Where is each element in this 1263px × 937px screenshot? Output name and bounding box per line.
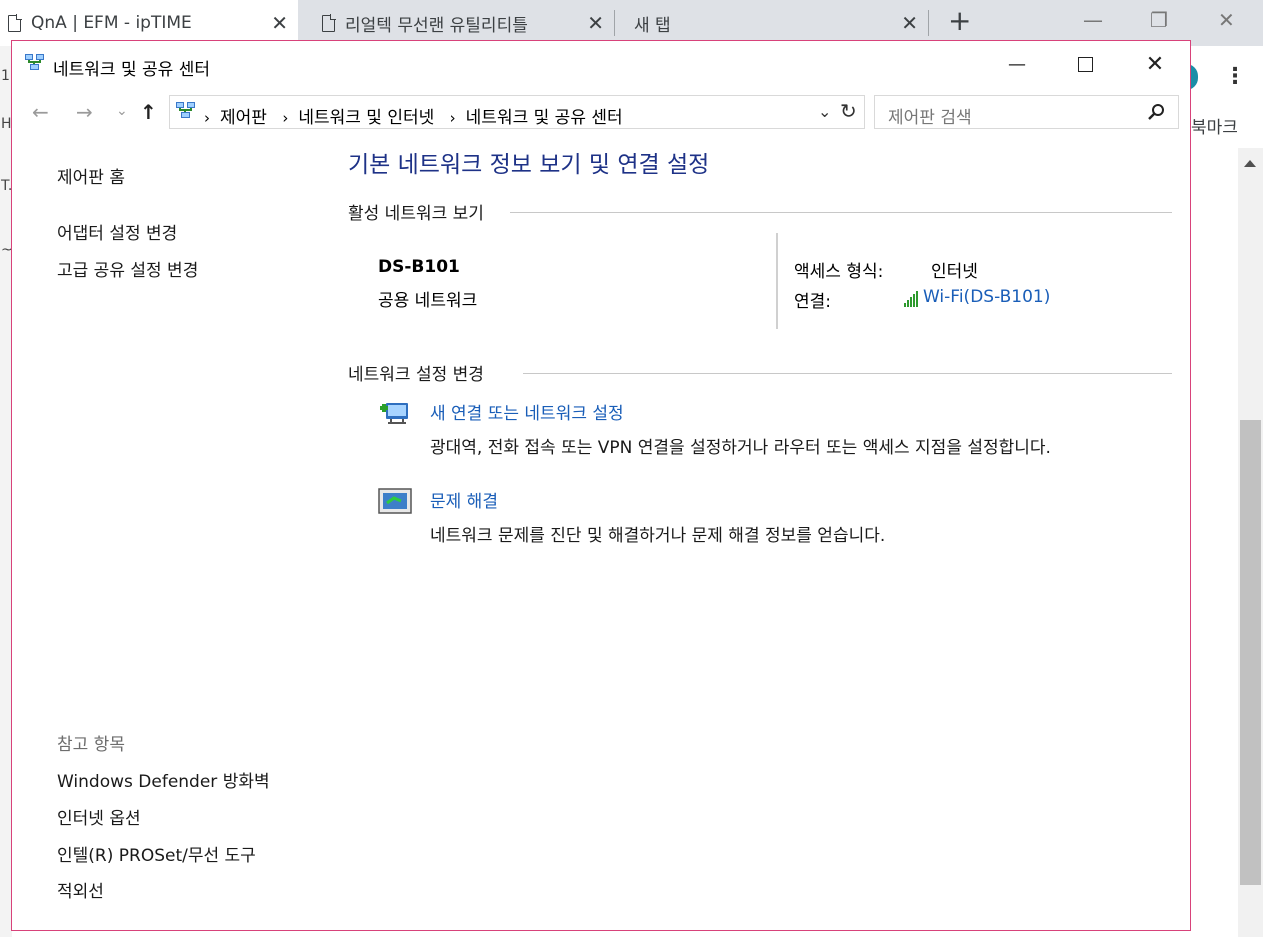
sidebar-item-control-panel-home[interactable]: 제어판 홈 xyxy=(57,163,125,188)
maximize-button[interactable] xyxy=(1062,49,1108,79)
new-connection-icon xyxy=(380,403,408,424)
change-settings-heading: 네트워크 설정 변경 xyxy=(348,365,484,385)
address-row: ← → ⌄ ↑ › 제어판 › 네트워크 및 인터넷 › 네트워크 및 공유 센터 ⌄… xyxy=(12,93,1190,133)
wifi-connection-name: Wi-Fi(DS-B101) xyxy=(923,287,1051,307)
network-divider xyxy=(776,233,778,329)
breadcrumb-network-internet[interactable]: 네트워크 및 인터넷 xyxy=(298,108,434,128)
network-name: DS-B101 xyxy=(378,257,460,277)
section-divider xyxy=(510,212,1172,213)
network-sharing-center-window: 네트워크 및 공유 센터 — ✕ ← → ⌄ ↑ › 제어판 › 네트워크 및 인터… xyxy=(11,40,1191,931)
sidebar-item-defender-firewall[interactable]: Windows Defender 방화벽 xyxy=(57,767,270,792)
sidebar-item-internet-options[interactable]: 인터넷 옵션 xyxy=(57,804,141,829)
breadcrumb-network-sharing[interactable]: 네트워크 및 공유 센터 xyxy=(466,108,623,128)
up-button[interactable]: ↑ xyxy=(140,100,157,124)
sidebar-item-infrared[interactable]: 적외선 xyxy=(57,877,104,902)
browser-close-icon[interactable]: ✕ xyxy=(1218,8,1235,32)
wifi-signal-icon xyxy=(904,291,918,307)
search-icon[interactable] xyxy=(1147,103,1165,121)
browser-restore-icon[interactable]: ❐ xyxy=(1150,8,1168,32)
search-placeholder: 제어판 검색 xyxy=(888,108,972,128)
sidebar: 제어판 홈 어댑터 설정 변경 고급 공유 설정 변경 참고 항목 Window… xyxy=(12,141,332,931)
troubleshoot-link[interactable]: 문제 해결 xyxy=(430,487,498,512)
breadcrumb-separator[interactable]: › xyxy=(282,109,288,127)
access-type-value: 인터넷 xyxy=(931,262,978,282)
breadcrumb-separator[interactable]: › xyxy=(204,109,210,127)
network-type-link[interactable]: 공용 네트워크 xyxy=(378,286,477,311)
troubleshoot-description: 네트워크 문제를 진단 및 해결하거나 문제 해결 정보를 얻습니다. xyxy=(430,526,886,546)
active-networks-heading: 활성 네트워크 보기 xyxy=(348,204,484,224)
recent-locations-button[interactable]: ⌄ xyxy=(116,103,128,119)
tab-title: 리얼텍 무선랜 유틸리티틀 xyxy=(345,15,528,36)
new-connection-description: 광대역, 전화 접속 또는 VPN 연결을 설정하거나 라우터 또는 액세스 지… xyxy=(430,438,1051,458)
browser-minimize-icon[interactable]: — xyxy=(1083,8,1103,32)
refresh-icon[interactable]: ↻ xyxy=(840,99,857,123)
browser-menu-icon[interactable]: ⋮ xyxy=(1224,64,1246,89)
page-title: 기본 네트워크 정보 보기 및 연결 설정 xyxy=(348,152,710,178)
new-connection-link[interactable]: 새 연결 또는 네트워크 설정 xyxy=(430,399,624,424)
document-icon xyxy=(8,14,22,32)
bookmarks-label[interactable]: 북마크 xyxy=(1191,113,1238,138)
edge-glyph: 1 xyxy=(1,68,10,84)
back-button[interactable]: ← xyxy=(32,100,49,124)
network-center-icon xyxy=(25,54,44,70)
window-title: 네트워크 및 공유 센터 xyxy=(53,60,210,80)
wifi-connection-link[interactable]: Wi-Fi(DS-B101) xyxy=(904,287,1050,307)
troubleshoot-icon xyxy=(378,488,412,514)
search-input[interactable]: 제어판 검색 xyxy=(874,95,1179,129)
close-tab-icon[interactable]: ✕ xyxy=(587,11,604,35)
maximize-icon xyxy=(1077,56,1093,72)
see-also-heading: 참고 항목 xyxy=(57,735,125,755)
new-tab-button[interactable]: + xyxy=(948,4,971,37)
breadcrumb-control-panel[interactable]: 제어판 xyxy=(220,108,267,128)
edge-glyph: H xyxy=(1,116,12,132)
breadcrumb: › 제어판 › 네트워크 및 인터넷 › 네트워크 및 공유 센터 xyxy=(204,103,623,128)
scroll-up-arrow-icon[interactable] xyxy=(1244,160,1256,167)
close-tab-icon[interactable]: ✕ xyxy=(271,11,288,35)
close-button[interactable]: ✕ xyxy=(1132,49,1178,79)
scrollbar-thumb[interactable] xyxy=(1240,420,1261,885)
sidebar-item-intel-proset[interactable]: 인텔(R) PROSet/무선 도구 xyxy=(57,841,256,866)
access-type-label: 액세스 형식: xyxy=(794,262,884,282)
address-dropdown-icon[interactable]: ⌄ xyxy=(818,102,831,121)
tab-title: 새 탭 xyxy=(634,15,671,36)
close-tab-icon[interactable]: ✕ xyxy=(901,11,918,35)
document-icon xyxy=(322,14,336,32)
section-divider xyxy=(523,373,1172,374)
breadcrumb-separator[interactable]: › xyxy=(450,109,456,127)
tab-title: QnA | EFM - ipTIME xyxy=(31,13,192,33)
sidebar-item-adapter-settings[interactable]: 어댑터 설정 변경 xyxy=(57,219,177,244)
minimize-button[interactable]: — xyxy=(994,49,1040,79)
network-center-icon xyxy=(176,102,195,118)
tab-separator xyxy=(928,10,929,36)
forward-button[interactable]: → xyxy=(76,100,93,124)
address-bar[interactable]: › 제어판 › 네트워크 및 인터넷 › 네트워크 및 공유 센터 ⌄ ↻ xyxy=(169,95,865,129)
tab-separator xyxy=(614,10,615,36)
title-bar[interactable]: 네트워크 및 공유 센터 — ✕ xyxy=(12,41,1190,87)
connection-label: 연결: xyxy=(794,292,832,312)
sidebar-item-advanced-sharing[interactable]: 고급 공유 설정 변경 xyxy=(57,256,198,281)
